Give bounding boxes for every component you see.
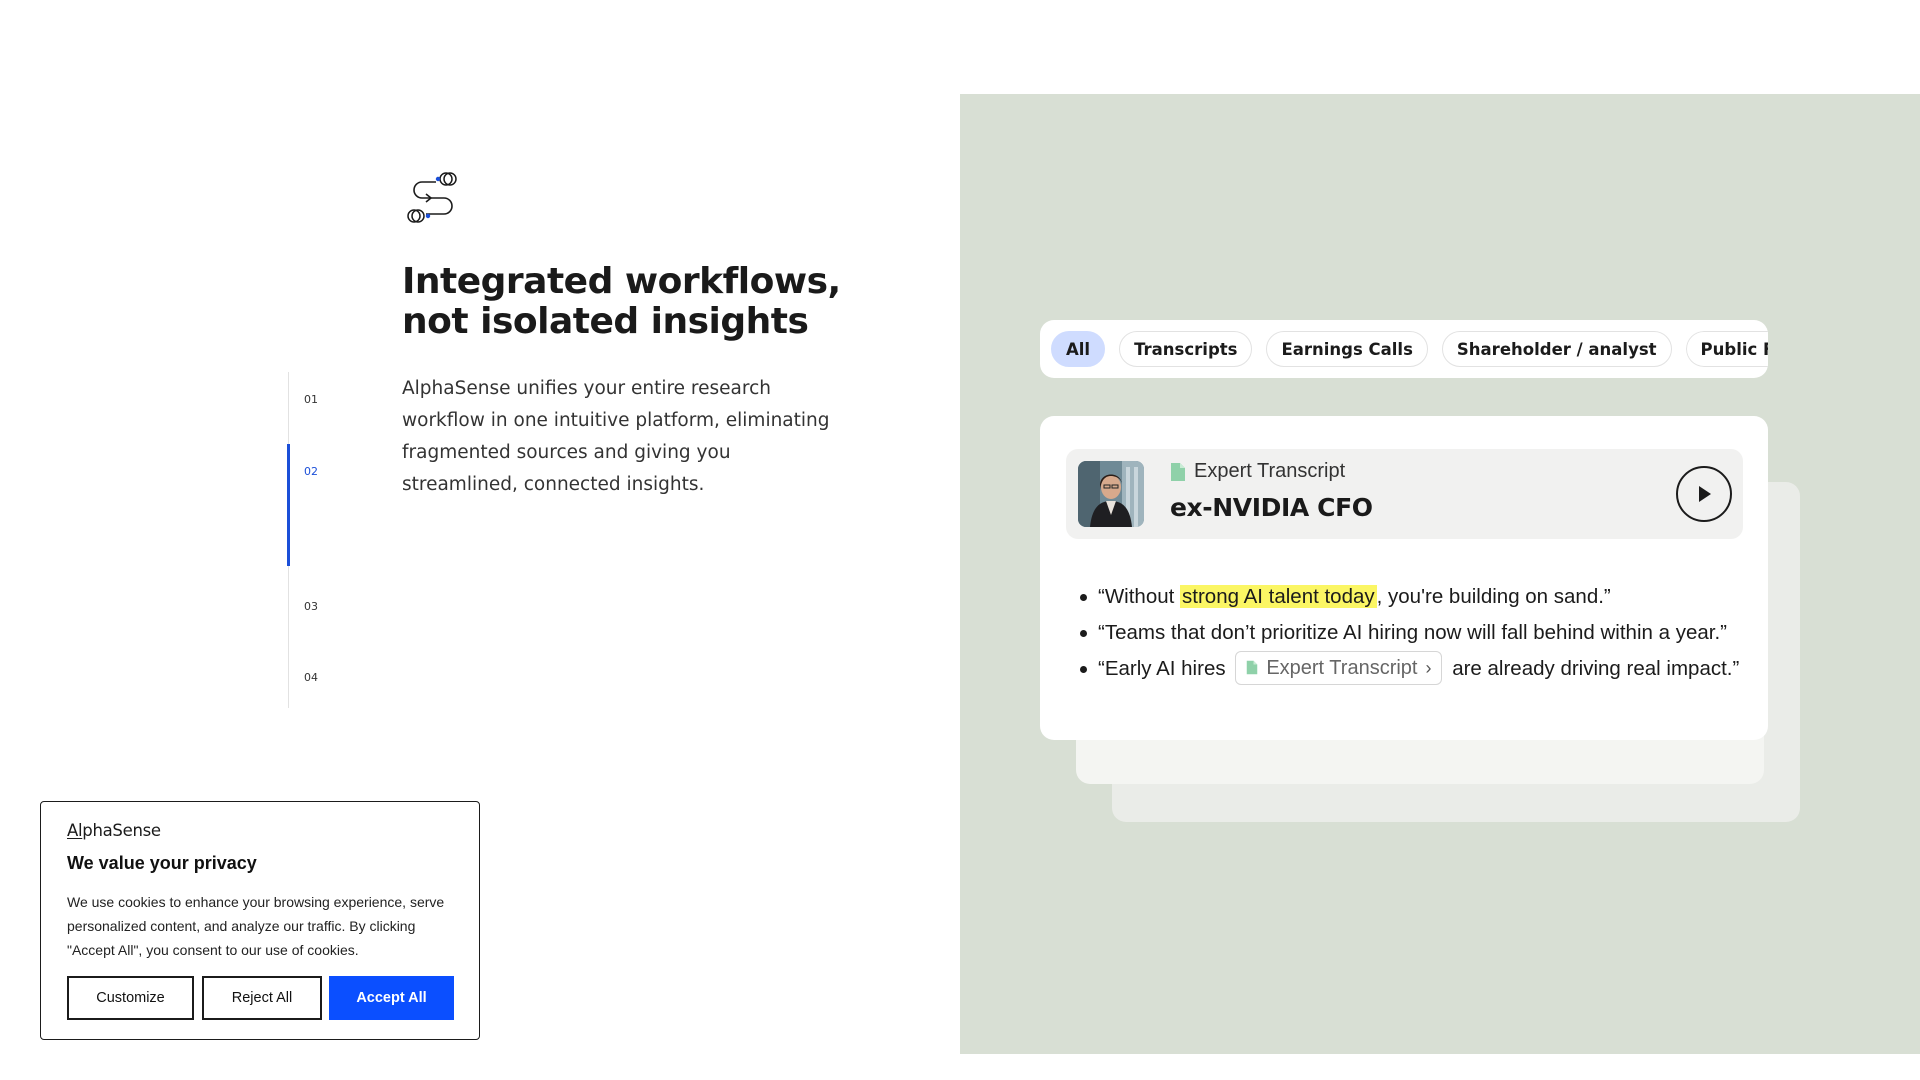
quote-item: “Teams that don’t prioritize AI hiring n… — [1078, 615, 1758, 651]
play-button[interactable] — [1676, 466, 1732, 522]
doc-type-label: Expert Transcript — [1170, 460, 1345, 483]
quote-text: “Without — [1098, 585, 1181, 608]
transcript-title: ex-NVIDIA CFO — [1170, 493, 1373, 522]
cookie-title: We value your privacy — [67, 853, 257, 873]
transcript-card: Expert Transcript ex-NVIDIA CFO “Without… — [1040, 416, 1768, 740]
filter-chip-earnings-calls[interactable]: Earnings Calls — [1266, 331, 1428, 367]
filter-chip-public-fillings[interactable]: Public Fillings — [1685, 331, 1768, 367]
filter-chip-transcripts[interactable]: Transcripts — [1119, 331, 1253, 367]
headline-line-1: Integrated workflows, — [402, 261, 841, 302]
source-pill[interactable]: Expert Transcript › — [1235, 650, 1443, 685]
chevron-right-icon: › — [1425, 657, 1432, 678]
document-icon — [1247, 660, 1258, 675]
quote-text: “Early AI hires — [1098, 657, 1226, 680]
filter-chip-all[interactable]: All — [1051, 331, 1106, 367]
workflow-icon — [407, 172, 457, 223]
alphasense-logo: AlphaSense — [67, 821, 161, 840]
hero-description: AlphaSense unifies your entire research … — [402, 378, 830, 495]
page: Integrated workflows, not isolated insig… — [0, 0, 1920, 1080]
step-progress-rail: 01 02 03 04 — [287, 372, 348, 708]
customize-button[interactable]: Customize — [67, 976, 194, 1020]
illustration-panel: All Transcripts Earnings Calls Sharehold… — [960, 94, 1920, 1054]
avatar — [1078, 461, 1144, 527]
quote-text: “Teams that don’t prioritize AI hiring n… — [1098, 621, 1727, 644]
step-03[interactable]: 03 — [304, 600, 318, 613]
doc-type-text: Expert Transcript — [1194, 460, 1346, 482]
cookie-consent-banner: AlphaSense We value your privacy We use … — [40, 801, 480, 1040]
filter-chip-shareholder-analyst[interactable]: Shareholder / analyst — [1441, 331, 1672, 367]
filter-bar: All Transcripts Earnings Calls Sharehold… — [1040, 320, 1768, 378]
reject-all-button[interactable]: Reject All — [202, 976, 322, 1020]
transcript-card-header: Expert Transcript ex-NVIDIA CFO — [1066, 449, 1743, 539]
document-icon — [1171, 462, 1185, 481]
step-02[interactable]: 02 — [304, 465, 318, 478]
play-icon — [1699, 486, 1711, 502]
source-pill-label: Expert Transcript — [1266, 656, 1418, 679]
step-04[interactable]: 04 — [304, 671, 318, 684]
cookie-description: We use cookies to enhance your browsing … — [67, 894, 445, 958]
rail-active-indicator — [287, 444, 290, 566]
headline: Integrated workflows, not isolated insig… — [402, 262, 862, 342]
quote-text: , you're building on sand.” — [1376, 585, 1611, 608]
headline-line-2: not isolated insights — [402, 301, 809, 342]
quote-text: are already driving real impact.” — [1452, 657, 1740, 680]
quote-list: “Without strong AI talent today, you're … — [1078, 579, 1758, 687]
quote-item: “Early AI hires Expert Transcript › are … — [1078, 650, 1758, 687]
highlighted-text: strong AI talent today — [1180, 585, 1377, 608]
quote-item: “Without strong AI talent today, you're … — [1078, 579, 1758, 615]
step-01[interactable]: 01 — [304, 393, 318, 406]
accept-all-button[interactable]: Accept All — [329, 976, 454, 1020]
